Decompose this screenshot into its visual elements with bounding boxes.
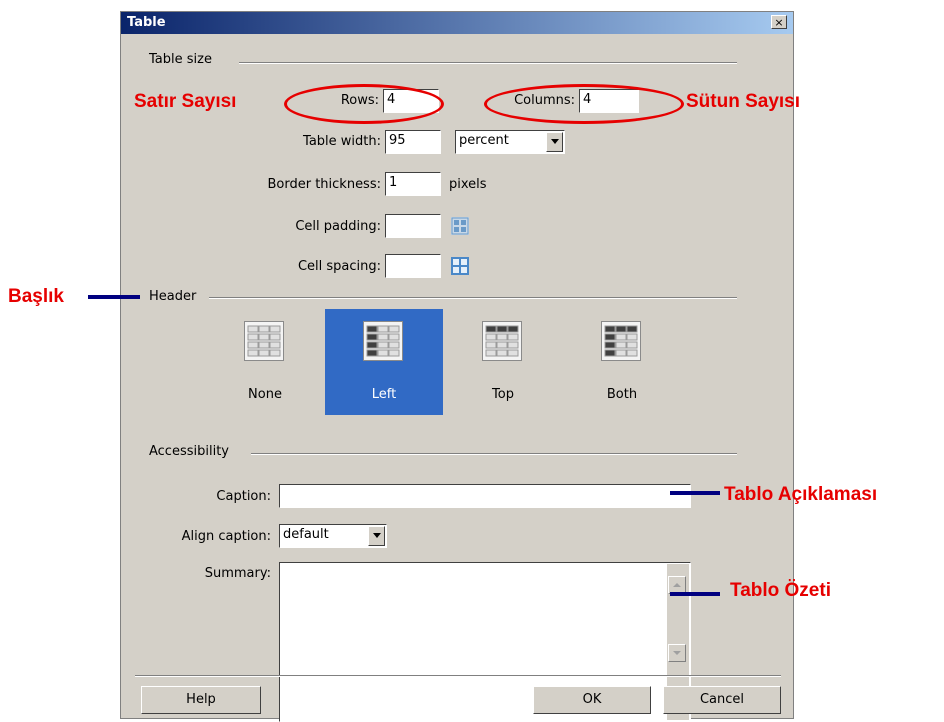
cell-spacing-label: Cell spacing: bbox=[297, 259, 381, 274]
align-caption-label: Align caption: bbox=[181, 529, 271, 544]
header-pointer-line bbox=[88, 295, 140, 299]
rows-annotation: Satır Sayısı bbox=[134, 91, 237, 112]
border-thickness-label: Border thickness: bbox=[267, 177, 381, 192]
header-option-both-label: Both bbox=[606, 387, 638, 402]
chevron-down-icon[interactable] bbox=[368, 526, 385, 546]
table-width-unit-value: percent bbox=[459, 133, 509, 148]
rows-highlight-ellipse bbox=[284, 84, 444, 124]
header-option-left-label: Left bbox=[371, 387, 397, 402]
summary-pointer-line bbox=[670, 592, 720, 596]
caption-input[interactable] bbox=[279, 484, 691, 508]
accessibility-divider bbox=[251, 453, 737, 455]
table-width-unit-select[interactable]: percent bbox=[455, 130, 565, 154]
table-size-section-label: Table size bbox=[149, 52, 212, 67]
header-option-top[interactable]: Top bbox=[444, 309, 562, 415]
caption-annotation: Tablo Açıklaması bbox=[724, 484, 878, 505]
columns-annotation: Sütun Sayısı bbox=[686, 91, 801, 112]
header-option-none[interactable]: None bbox=[206, 309, 324, 415]
border-unit-label: pixels bbox=[449, 177, 487, 192]
footer-divider bbox=[135, 675, 781, 677]
header-divider bbox=[209, 297, 737, 299]
chevron-down-icon[interactable] bbox=[546, 132, 563, 152]
summary-label: Summary: bbox=[204, 566, 271, 581]
summary-annotation: Tablo Özeti bbox=[730, 580, 831, 601]
header-option-none-label: None bbox=[248, 387, 282, 402]
table-none-icon bbox=[244, 321, 284, 361]
caption-label: Caption: bbox=[216, 489, 271, 504]
table-top-header-icon bbox=[482, 321, 522, 361]
cell-spacing-input[interactable] bbox=[385, 254, 441, 278]
close-icon[interactable]: × bbox=[771, 15, 787, 29]
align-caption-select[interactable]: default bbox=[279, 524, 387, 548]
cell-padding-icon bbox=[451, 217, 469, 235]
table-both-header-icon bbox=[601, 321, 641, 361]
cell-spacing-icon bbox=[451, 257, 469, 275]
scroll-down-icon[interactable] bbox=[668, 644, 686, 662]
caption-pointer-line bbox=[670, 491, 720, 495]
border-thickness-input[interactable]: 1 bbox=[385, 172, 441, 196]
table-width-label: Table width: bbox=[303, 134, 381, 149]
cell-padding-input[interactable] bbox=[385, 214, 441, 238]
cell-padding-label: Cell padding: bbox=[295, 219, 381, 234]
header-section-label: Header bbox=[149, 289, 197, 304]
header-option-left[interactable]: Left bbox=[325, 309, 443, 415]
align-caption-value: default bbox=[283, 527, 329, 542]
ok-button[interactable]: OK bbox=[533, 686, 651, 714]
table-width-input[interactable]: 95 bbox=[385, 130, 441, 154]
cancel-button[interactable]: Cancel bbox=[663, 686, 781, 714]
dialog-title: Table bbox=[127, 15, 166, 30]
header-option-top-label: Top bbox=[492, 387, 514, 402]
help-button[interactable]: Help bbox=[141, 686, 261, 714]
accessibility-section-label: Accessibility bbox=[149, 444, 229, 459]
table-left-header-icon bbox=[363, 321, 403, 361]
columns-highlight-ellipse bbox=[484, 84, 684, 124]
title-bar: Table × bbox=[121, 12, 793, 34]
header-annotation: Başlık bbox=[8, 286, 64, 307]
header-option-both[interactable]: Both bbox=[563, 309, 681, 415]
table-size-divider bbox=[239, 62, 737, 64]
